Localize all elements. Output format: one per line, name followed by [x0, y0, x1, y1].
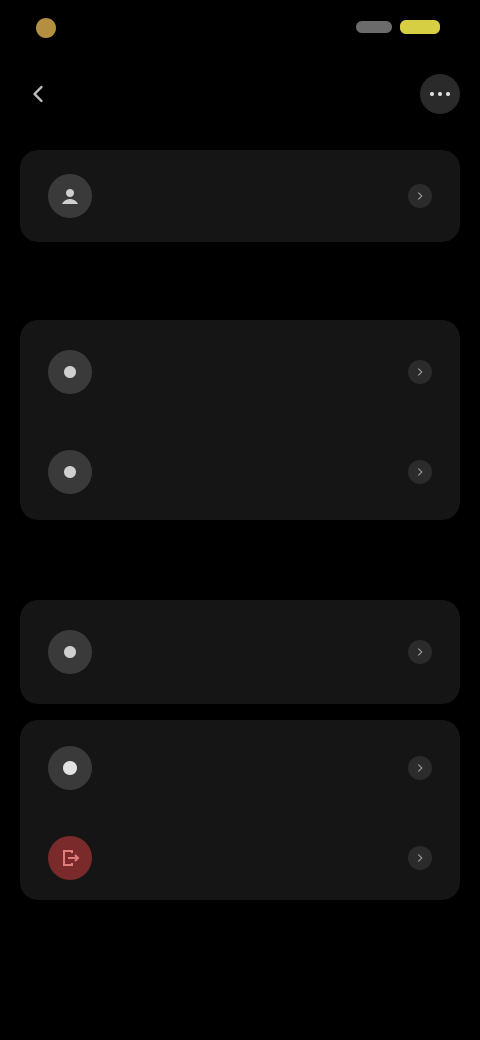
status-icons	[356, 20, 440, 34]
info-icon	[48, 450, 92, 494]
chevron-right-icon	[408, 360, 432, 384]
notification-dot-icon	[36, 18, 56, 38]
avatar-icon	[48, 174, 92, 218]
list-item[interactable]	[20, 424, 460, 520]
settings-icon	[48, 350, 92, 394]
battery-icon	[400, 20, 440, 34]
signal-icon	[356, 21, 392, 33]
list-item[interactable]	[20, 720, 460, 816]
chevron-right-icon	[408, 184, 432, 208]
chevron-right-icon	[408, 846, 432, 870]
chevron-right-icon	[408, 640, 432, 664]
section-card-3	[20, 720, 460, 900]
logout-icon	[48, 836, 92, 880]
list-item-label	[114, 370, 408, 374]
list-item[interactable]	[20, 320, 460, 424]
list-icon	[48, 630, 92, 674]
more-icon	[430, 92, 434, 96]
section-card-2	[20, 600, 460, 704]
status-bar	[0, 0, 480, 56]
more-icon	[438, 92, 442, 96]
list-item[interactable]	[20, 600, 460, 704]
danger-list-item[interactable]	[20, 816, 460, 900]
more-button[interactable]	[420, 74, 460, 114]
section-card-1	[20, 320, 460, 520]
top-bar	[0, 70, 480, 118]
chevron-right-icon	[408, 756, 432, 780]
more-icon	[446, 92, 450, 96]
profile-row[interactable]	[20, 150, 460, 242]
help-icon	[48, 746, 92, 790]
chevron-right-icon	[408, 460, 432, 484]
profile-card[interactable]	[20, 150, 460, 242]
back-icon[interactable]	[24, 80, 52, 108]
